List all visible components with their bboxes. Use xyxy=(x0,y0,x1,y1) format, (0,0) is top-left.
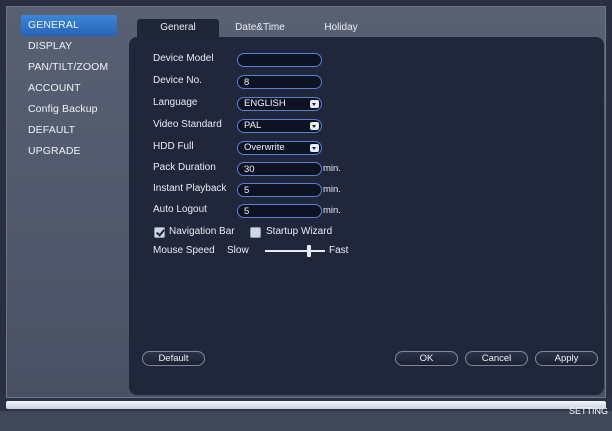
video-standard-select[interactable]: PAL xyxy=(237,119,322,133)
auto-logout-unit: min. xyxy=(323,205,341,216)
mouse-speed-slow-label: Slow xyxy=(227,245,249,256)
mouse-speed-fast-label: Fast xyxy=(329,245,349,256)
taskbar xyxy=(0,411,612,431)
sidebar-menu: GENERAL DISPLAY PAN/TILT/ZOOM ACCOUNT Co… xyxy=(21,15,121,162)
tab-holiday[interactable]: Holiday xyxy=(313,19,369,37)
sidebar-item-upgrade[interactable]: UPGRADE xyxy=(21,141,121,162)
instant-playback-unit: min. xyxy=(323,184,341,195)
tab-general[interactable]: General xyxy=(137,19,219,37)
settings-screen: GENERAL DISPLAY PAN/TILT/ZOOM ACCOUNT Co… xyxy=(0,0,612,431)
current-menu-label: SETTING xyxy=(568,406,608,416)
slider-track xyxy=(265,250,325,252)
sidebar-item-pan-tilt-zoom[interactable]: PAN/TILT/ZOOM xyxy=(21,57,121,78)
auto-logout-field[interactable]: 5 xyxy=(237,204,322,218)
hdd-full-label: HDD Full xyxy=(153,141,194,152)
device-model-label: Device Model xyxy=(153,53,214,64)
default-button[interactable]: Default xyxy=(142,351,205,366)
navigation-bar-label: Navigation Bar xyxy=(169,226,235,237)
cancel-button[interactable]: Cancel xyxy=(465,351,528,366)
startup-wizard-checkbox[interactable] xyxy=(250,227,261,238)
sidebar-item-general[interactable]: GENERAL xyxy=(21,15,117,36)
slider-thumb[interactable] xyxy=(307,245,311,257)
sidebar-item-default[interactable]: DEFAULT xyxy=(21,120,121,141)
navigation-bar-checkbox[interactable] xyxy=(154,227,165,238)
chevron-down-icon xyxy=(310,122,319,130)
device-no-label: Device No. xyxy=(153,75,202,86)
hdd-full-select[interactable]: Overwrite xyxy=(237,141,322,155)
mouse-speed-label: Mouse Speed xyxy=(153,245,215,256)
language-select[interactable]: ENGLISH xyxy=(237,97,322,111)
chevron-down-icon xyxy=(310,100,319,108)
bottom-highlight-bar xyxy=(6,401,606,409)
pack-duration-label: Pack Duration xyxy=(153,162,216,173)
device-no-field[interactable]: 8 xyxy=(237,75,322,89)
sidebar-item-config-backup[interactable]: Config Backup xyxy=(21,99,121,120)
language-label: Language xyxy=(153,97,198,108)
instant-playback-label: Instant Playback xyxy=(153,183,227,194)
ok-button[interactable]: OK xyxy=(395,351,458,366)
general-settings-panel: Device Model Device No. 8 Language ENGLI… xyxy=(129,37,604,395)
device-model-field[interactable] xyxy=(237,53,322,67)
pack-duration-field[interactable]: 30 xyxy=(237,162,322,176)
startup-wizard-label: Startup Wizard xyxy=(266,226,333,237)
hdd-full-value: Overwrite xyxy=(244,142,285,153)
auto-logout-label: Auto Logout xyxy=(153,204,207,215)
language-value: ENGLISH xyxy=(244,98,286,109)
mouse-speed-slider[interactable] xyxy=(265,245,325,257)
sidebar-item-account[interactable]: ACCOUNT xyxy=(21,78,121,99)
sidebar-item-display[interactable]: DISPLAY xyxy=(21,36,121,57)
pack-duration-unit: min. xyxy=(323,163,341,174)
settings-window: GENERAL DISPLAY PAN/TILT/ZOOM ACCOUNT Co… xyxy=(6,6,606,398)
video-standard-value: PAL xyxy=(244,120,262,131)
video-standard-label: Video Standard xyxy=(153,119,222,130)
apply-button[interactable]: Apply xyxy=(535,351,598,366)
chevron-down-icon xyxy=(310,144,319,152)
tab-date-time[interactable]: Date&Time xyxy=(225,19,295,37)
instant-playback-field[interactable]: 5 xyxy=(237,183,322,197)
